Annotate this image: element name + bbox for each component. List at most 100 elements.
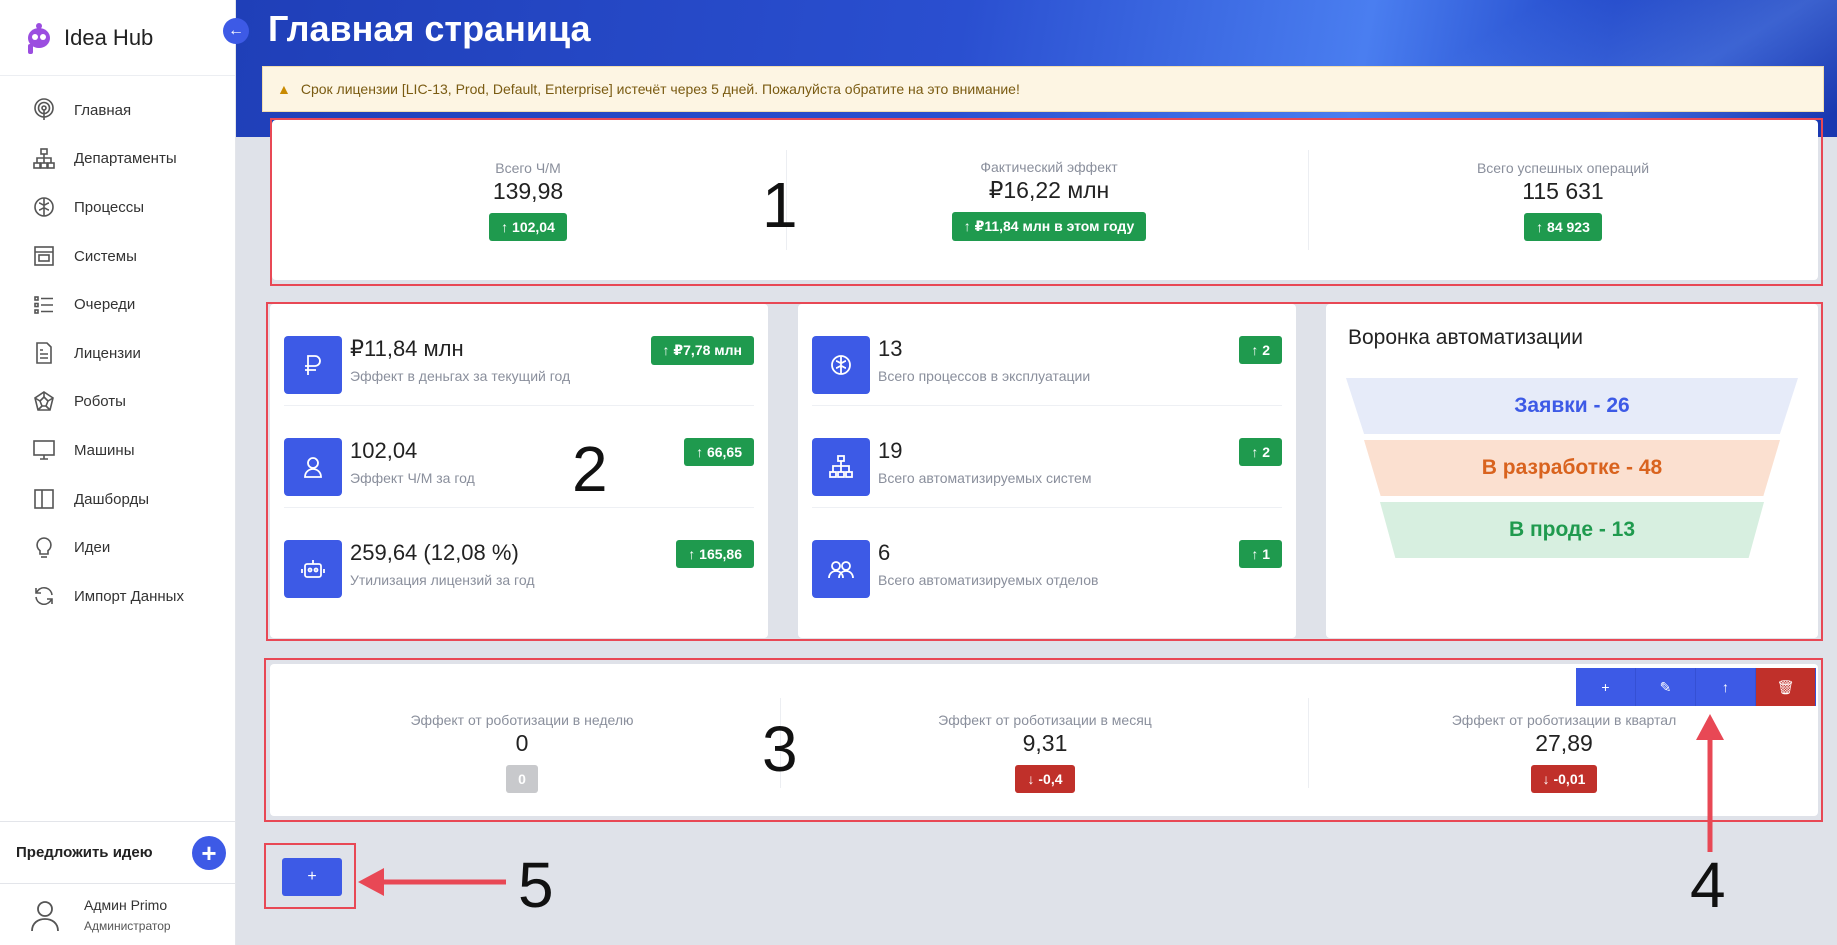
annotation-number: 5 <box>518 849 554 921</box>
add-widget-button[interactable]: + <box>282 858 342 896</box>
edit-icon: ✎ <box>1659 678 1672 695</box>
sidebar-item-licenses[interactable]: Лицензии <box>0 329 235 378</box>
funnel-step-in-production[interactable]: В проде - 13 <box>1380 502 1764 558</box>
user-avatar-icon <box>31 900 59 931</box>
kpi-delta-badge: 0 <box>506 764 538 793</box>
stat-value: 6 <box>878 540 891 565</box>
kpi-value: 9,31 <box>1022 729 1068 756</box>
stat-label: Эффект в деньгах за текущий год <box>350 368 571 384</box>
brain-icon <box>34 197 54 218</box>
kpi-label: Эффект от роботизации в месяц <box>938 711 1152 728</box>
stat-delta-badge: ↑ 2 <box>1239 336 1282 364</box>
sidebar-item-label: Департаменты <box>74 150 177 168</box>
stat-label: Утилизация лицензий за год <box>350 572 535 588</box>
stat-label: Всего автоматизируемых отделов <box>878 572 1099 588</box>
propose-idea-label: Предложить идею <box>16 844 153 861</box>
kpi-delta-badge: ↑ 84 923 <box>1524 212 1602 241</box>
collapse-sidebar-button[interactable]: ← <box>223 18 249 44</box>
kpi-value: 0 <box>515 729 529 756</box>
stat-delta-badge: ↑ 66,65 <box>684 438 754 466</box>
kpi-successful-operations: Всего успешных операций 115 631 ↑ 84 923 <box>1308 120 1818 280</box>
kpi-label: Эффект от роботизации в неделю <box>410 711 634 728</box>
annotation-number: 1 <box>762 169 798 241</box>
kpi-actual-effect: Фактический эффект ₽16,22 млн ↑ ₽11,84 м… <box>786 120 1312 280</box>
sidebar-item-label: Главная <box>74 101 132 119</box>
sidebar-item-queues[interactable]: Очереди <box>0 280 235 329</box>
sidebar-item-departments[interactable]: Департаменты <box>0 135 235 184</box>
funnel-step-label: В проде - 13 <box>1508 518 1636 541</box>
sidebar-item-dashboards[interactable]: Дашборды <box>0 475 235 524</box>
move-up-widget-button[interactable]: ↑ <box>1696 668 1756 706</box>
sidebar-item-robots[interactable]: Роботы <box>0 378 235 427</box>
sidebar-item-label: Роботы <box>74 393 126 411</box>
stat-value: 13 <box>878 336 903 361</box>
brand[interactable]: Idea Hub ← <box>0 0 249 76</box>
annotation-number: 4 <box>1690 849 1726 921</box>
sidebar: Idea Hub ← Главная Департаменты Процессы… <box>0 0 249 945</box>
kpi-weekly-effect: Эффект от роботизации в неделю 0 0 <box>270 664 774 816</box>
kpi-value: 27,89 <box>1535 729 1593 756</box>
plus-icon: + <box>307 868 317 885</box>
sidebar-item-label: Идеи <box>74 539 111 557</box>
trash-icon: 🗑 <box>1776 678 1795 695</box>
page-title: Главная страница <box>268 8 591 49</box>
kpi-label: Эффект от роботизации в квартал <box>1451 711 1677 728</box>
sidebar-item-machines[interactable]: Машины <box>0 426 235 475</box>
sidebar-item-data-import[interactable]: Импорт Данных <box>0 572 235 621</box>
sidebar-item-processes[interactable]: Процессы <box>0 183 235 232</box>
kpi-label: Фактический эффект <box>980 159 1118 175</box>
money-stats-card: ₽11,84 млн Эффект в деньгах за текущий г… <box>270 304 768 638</box>
kpi-value: ₽16,22 млн <box>988 177 1110 203</box>
stat-value: 19 <box>878 438 903 463</box>
propose-idea-button[interactable]: + <box>192 836 226 870</box>
org-chart-icon <box>33 148 55 169</box>
alert-text: Срок лицензии [LIC-13, Prod, Default, En… <box>300 81 1020 97</box>
automation-funnel-card: Воронка автоматизации Заявки - 26 В разр… <box>1326 304 1818 638</box>
divider <box>1308 698 1309 788</box>
columns-icon <box>34 489 54 509</box>
sidebar-item-home[interactable]: Главная <box>0 86 235 135</box>
sidebar-item-ideas[interactable]: Идеи <box>0 523 235 572</box>
stat-delta-badge: ↑ 1 <box>1239 540 1282 568</box>
plus-icon: + <box>201 838 217 868</box>
annotation-arrow-left <box>358 868 506 896</box>
stat-delta-badge: ↑ 2 <box>1239 438 1282 466</box>
sidebar-item-label: Машины <box>74 441 135 459</box>
funnel-step-requests[interactable]: Заявки - 26 <box>1346 378 1798 434</box>
kpi-delta-badge: ↑ 102,04 <box>489 212 567 241</box>
sidebar-item-systems[interactable]: Системы <box>0 232 235 281</box>
annotation-number: 2 <box>572 433 608 505</box>
sidebar-item-label: Очереди <box>74 296 136 314</box>
stat-row: 6 Всего автоматизируемых отделов ↑ 1 <box>812 508 1282 610</box>
kpi-label: Всего успешных операций <box>1476 159 1650 176</box>
sidebar-nav: Главная Департаменты Процессы Системы Оч… <box>0 76 235 621</box>
sidebar-item-label: Лицензии <box>74 344 141 362</box>
funnel-step-label: В разработке - 48 <box>1481 456 1663 479</box>
kpi-delta-badge: ↓ -0,01 <box>1530 764 1598 793</box>
user-icon <box>284 438 342 496</box>
delete-widget-button[interactable]: 🗑 <box>1756 668 1816 706</box>
document-icon <box>36 342 52 365</box>
license-alert: ▲ Срок лицензии [LIC-13, Prod, Default, … <box>262 66 1824 112</box>
monitor-icon <box>33 440 55 461</box>
kpi-delta-badge: ↑ ₽11,84 млн в этом году <box>951 212 1147 241</box>
brain-icon <box>812 336 870 394</box>
robot-icon <box>284 540 342 598</box>
funnel-step-in-development[interactable]: В разработке - 48 <box>1364 440 1780 496</box>
kpi-delta-badge: ↓ -0,4 <box>1015 764 1075 793</box>
arrow-up-icon: ↑ <box>1722 679 1729 695</box>
sidebar-item-label: Дашборды <box>74 490 149 508</box>
warning-icon: ▲ <box>277 81 291 97</box>
annotation-number: 3 <box>762 713 798 785</box>
lightbulb-icon <box>36 536 52 558</box>
add-widget-item-button[interactable]: + <box>1576 668 1636 706</box>
edit-widget-button[interactable]: ✎ <box>1636 668 1696 706</box>
process-stats-card: 13 Всего процессов в эксплуатации ↑ 2 19… <box>798 304 1296 638</box>
annotation-arrow-up <box>1696 714 1724 852</box>
user-profile[interactable]: Админ Primo Администратор <box>0 883 236 945</box>
stat-label: Всего автоматизируемых систем <box>878 470 1092 486</box>
sidebar-item-label: Импорт Данных <box>74 587 184 605</box>
user-role: Администратор <box>84 918 171 933</box>
sync-icon <box>35 587 53 606</box>
stat-row: 13 Всего процессов в эксплуатации ↑ 2 <box>812 304 1282 406</box>
